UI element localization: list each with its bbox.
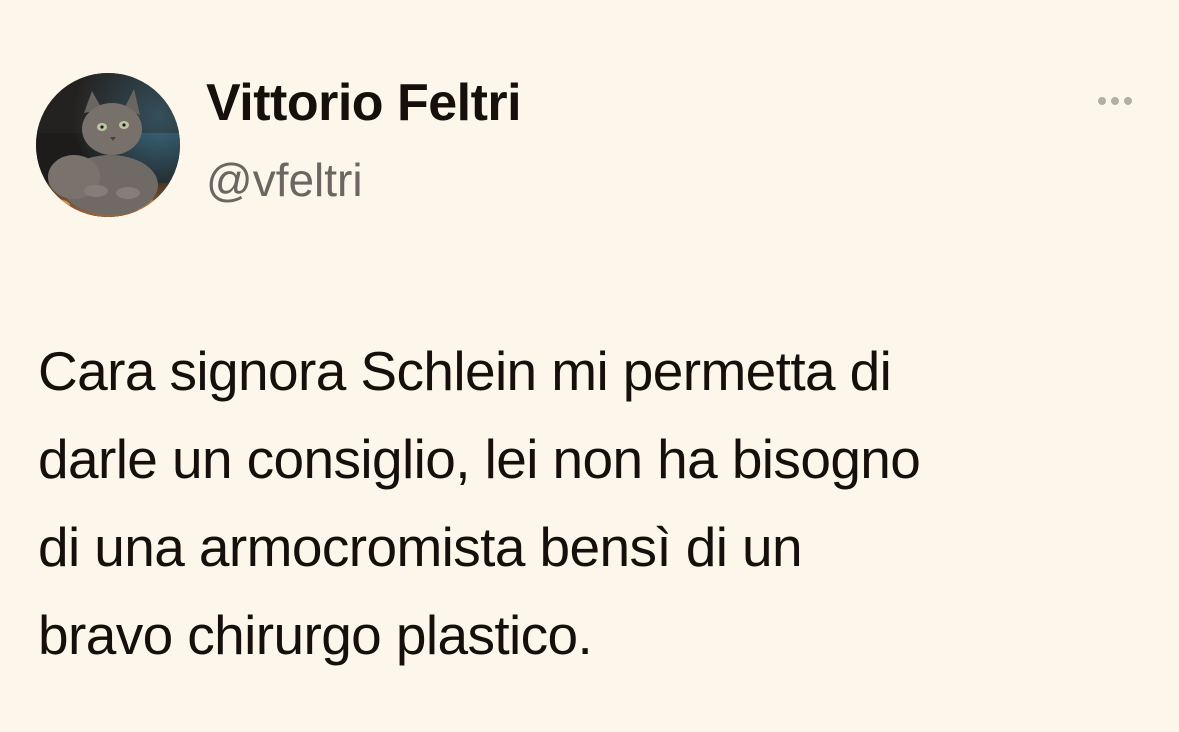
more-options-button[interactable] — [1090, 88, 1140, 114]
cat-avatar-icon — [36, 73, 180, 217]
tweet-text-line: Cara signora Schlein mi permetta di — [38, 340, 892, 402]
more-horizontal-icon — [1111, 97, 1119, 105]
tweet-text-line: bravo chirurgo plastico. — [38, 604, 593, 666]
more-horizontal-icon — [1098, 97, 1106, 105]
author-display-name[interactable]: Vittorio Feltri — [206, 72, 522, 134]
author-handle[interactable]: @vfeltri — [206, 152, 363, 208]
tweet-text: Cara signora Schlein mi permetta di darl… — [38, 327, 1148, 679]
author-avatar[interactable] — [36, 73, 180, 217]
tweet-card: Vittorio Feltri @vfeltri Cara signora Sc… — [0, 0, 1179, 732]
tweet-text-line: di una armocromista bensì di un — [38, 516, 803, 578]
tweet-text-line: darle un consiglio, lei non ha bisogno — [38, 428, 921, 490]
more-horizontal-icon — [1124, 97, 1132, 105]
